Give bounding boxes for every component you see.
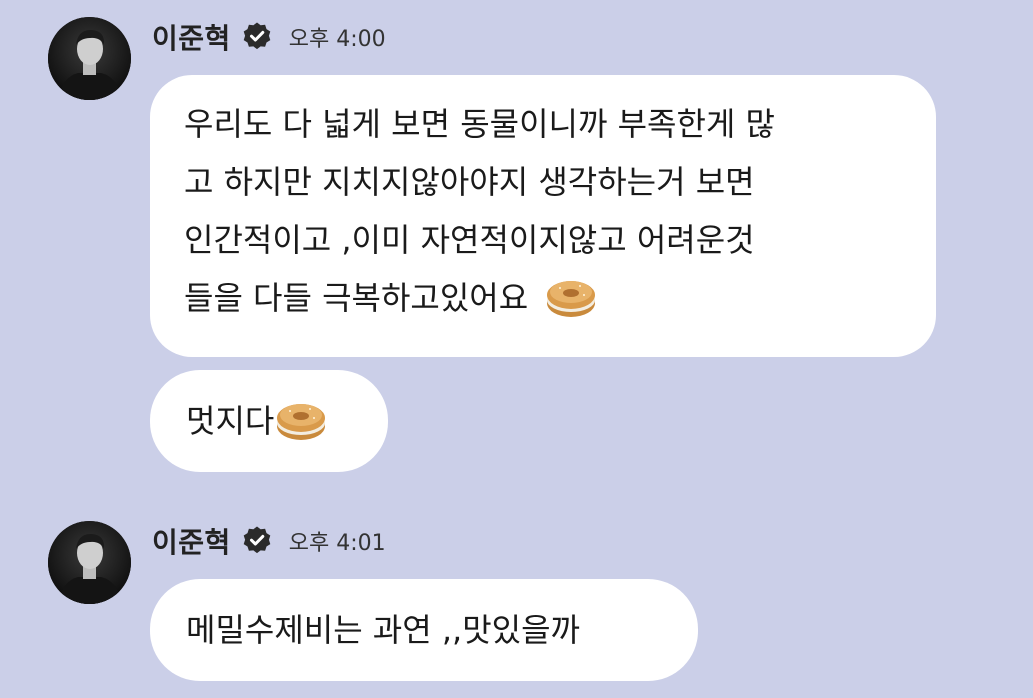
bagel-emoji-icon xyxy=(274,396,328,444)
message-text-line: 우리도 다 넓게 보면 동물이니까 부족한게 많 xyxy=(184,105,775,143)
message-text-line: 인간적이고 ,이미 자연적이지않고 어려운것 xyxy=(184,221,755,259)
verified-badge-icon xyxy=(241,525,273,557)
message-text: 메밀수제비는 과연 ,,맛있을까 xyxy=(186,611,580,649)
message-header: 이준혁 오후 4:01 xyxy=(152,521,386,561)
message-time: 오후 4:00 xyxy=(288,27,386,52)
message-text: 멋지다 xyxy=(186,402,275,440)
message-bubble[interactable]: 멋지다 xyxy=(150,370,388,472)
message-text-line: 고 하지만 지치지않아야지 생각하는거 보면 xyxy=(184,163,755,201)
message-bubble[interactable]: 메밀수제비는 과연 ,,맛있을까 xyxy=(150,579,698,681)
message-text: 들을 다들 극복하고있어요 xyxy=(184,279,529,317)
message-text-line: 들을 다들 극복하고있어요 xyxy=(184,269,902,327)
sender-avatar[interactable] xyxy=(48,521,131,604)
message-time: 오후 4:01 xyxy=(288,531,386,556)
verified-badge-icon xyxy=(241,21,273,53)
bagel-emoji-icon xyxy=(544,273,598,321)
avatar-photo xyxy=(48,17,131,100)
sender-name[interactable]: 이준혁 xyxy=(152,521,231,561)
message-header: 이준혁 오후 4:00 xyxy=(152,17,386,57)
message-bubble[interactable]: 우리도 다 넓게 보면 동물이니까 부족한게 많 고 하지만 지치지않아야지 생… xyxy=(150,75,936,357)
avatar-photo xyxy=(48,521,131,604)
sender-avatar[interactable] xyxy=(48,17,131,100)
sender-name[interactable]: 이준혁 xyxy=(152,17,231,57)
